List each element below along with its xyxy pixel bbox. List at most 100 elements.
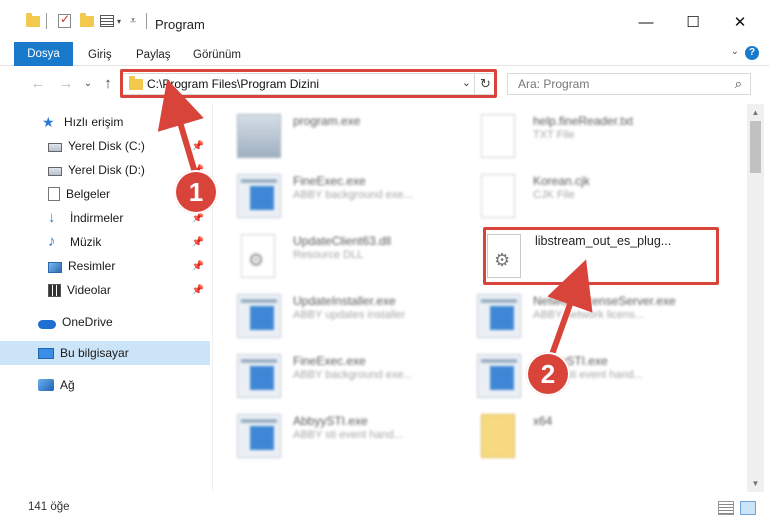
properties-icon[interactable] (100, 12, 114, 30)
file-item[interactable]: x64 (453, 406, 683, 462)
pin-icon[interactable]: 📌 (192, 285, 204, 296)
file-name: help.fineReader.txt (533, 114, 634, 128)
folder-icon (26, 12, 40, 30)
customize-chevron-icon[interactable]: ▾ (117, 12, 121, 30)
recent-locations-button[interactable]: ⌄ (78, 74, 98, 94)
title-bar: ▾ ⩡ Program — ☐ ✕ (0, 0, 769, 40)
properties-check-icon[interactable] (58, 12, 71, 30)
tab-home[interactable]: Giriş (88, 44, 112, 66)
scroll-up-icon[interactable]: ▲ (747, 104, 764, 121)
close-button[interactable]: ✕ (717, 8, 763, 36)
pictures-icon (48, 261, 62, 273)
network-icon (38, 379, 54, 391)
drive-icon (48, 167, 62, 176)
file-name: NetworkLicenseServer.exe (533, 294, 676, 308)
large-icons-view-icon[interactable] (740, 501, 756, 515)
file-item[interactable]: Korean.cjk CJK File (453, 166, 683, 222)
pin-icon[interactable]: 📌 (192, 213, 204, 224)
file-highlight-box (483, 227, 719, 285)
folder-icon (481, 414, 515, 458)
sidebar-item-videos[interactable]: Videolar 📌 (0, 278, 210, 302)
exe-icon (477, 354, 521, 398)
file-description: CJK File (533, 189, 575, 201)
documents-icon (48, 187, 60, 201)
file-item[interactable]: NetworkLicenseServer.exe ABBY network li… (453, 286, 683, 342)
separator (46, 12, 47, 30)
sidebar-item-music[interactable]: ♪ Müzik 📌 (0, 230, 210, 254)
music-icon: ♪ (48, 233, 56, 250)
item-count: 141 öğe (28, 501, 70, 513)
file-name: UpdateClient63.dll (293, 234, 392, 248)
document-icon (481, 114, 515, 158)
setup-icon (237, 114, 281, 158)
sidebar-item-label: Bu bilgisayar (60, 346, 129, 360)
file-item[interactable]: AbbyySTI.exe ABBY sti event hand... (213, 406, 443, 462)
sidebar-item-pictures[interactable]: Resimler 📌 (0, 254, 210, 278)
sidebar-item-onedrive[interactable]: OneDrive (0, 310, 210, 334)
sidebar-item-label: Resimler (68, 259, 116, 273)
up-button[interactable]: ↑ (98, 74, 118, 94)
sidebar-item-label: Müzik (70, 235, 102, 249)
download-icon: ↓ (48, 209, 56, 226)
file-name: x64 (533, 414, 553, 428)
star-icon: ★ (42, 114, 55, 130)
help-icon[interactable]: ? (745, 46, 759, 60)
search-input[interactable]: Ara: Program ⌕ (507, 73, 751, 95)
maximize-button[interactable]: ☐ (670, 8, 716, 36)
vertical-scrollbar[interactable]: ▲ ▼ (747, 104, 764, 492)
file-description: ABBY updates installer (293, 309, 406, 321)
document-icon (481, 174, 515, 218)
sidebar-item-label: Videolar (67, 283, 111, 297)
scroll-down-icon[interactable]: ▼ (747, 475, 764, 492)
pin-icon[interactable]: 📌 (192, 141, 204, 152)
ribbon: Dosya Giriş Paylaş Görünüm ⌄ ? (0, 40, 769, 66)
file-item[interactable]: FineExec.exe ABBY background exe... (213, 346, 443, 402)
sidebar-item-this-pc[interactable]: Bu bilgisayar (0, 341, 210, 365)
sidebar-item-label: OneDrive (62, 315, 113, 329)
new-folder-icon[interactable] (80, 12, 94, 30)
file-name: FineExec.exe (293, 174, 366, 188)
exe-icon (237, 294, 281, 338)
file-description: ABBY background exe... (293, 189, 413, 201)
sidebar-item-network[interactable]: Ağ (0, 373, 210, 397)
address-highlight-box (120, 69, 497, 98)
file-list: program.exe help.fineReader.txt TXT File… (213, 104, 747, 492)
sidebar-item-quick-access[interactable]: ★ Hızlı erişim (0, 110, 210, 134)
sidebar-item-downloads[interactable]: ↓ İndirmeler 📌 (0, 206, 210, 230)
details-view-icon[interactable] (718, 501, 734, 515)
file-item[interactable]: ⚙ UpdateClient63.dll Resource DLL (213, 226, 443, 282)
videos-icon (48, 283, 61, 297)
exe-icon (237, 354, 281, 398)
ribbon-expand-icon[interactable]: ⌄ (731, 46, 739, 57)
sidebar-item-label: İndirmeler (70, 211, 124, 225)
file-name: program.exe (293, 114, 361, 128)
sidebar-item-label: Yerel Disk (C:) (68, 139, 145, 153)
file-item[interactable]: FineExec.exe ABBY background exe... (213, 166, 443, 222)
tab-view[interactable]: Görünüm (193, 44, 241, 66)
tab-share[interactable]: Paylaş (136, 44, 171, 66)
search-icon[interactable]: ⌕ (735, 76, 742, 92)
computer-icon (38, 348, 54, 359)
exe-icon (237, 414, 281, 458)
sidebar-item-label: Yerel Disk (D:) (68, 163, 145, 177)
sidebar-item-local-disk-c[interactable]: Yerel Disk (C:) 📌 (0, 134, 210, 158)
cloud-icon (38, 319, 56, 329)
scroll-thumb[interactable] (750, 121, 761, 173)
pin-icon[interactable]: 📌 (192, 237, 204, 248)
file-description: Resource DLL (293, 249, 364, 261)
file-item[interactable]: UpdateInstaller.exe ABBY updates install… (213, 286, 443, 342)
file-item[interactable]: help.fineReader.txt TXT File (453, 106, 683, 162)
sidebar-item-label: Ağ (60, 378, 75, 392)
forward-button[interactable]: → (56, 74, 76, 94)
navigation-pane: ★ Hızlı erişim Yerel Disk (C:) 📌 Yerel D… (0, 104, 212, 492)
file-description: TXT File (533, 129, 575, 141)
pin-icon[interactable]: 📌 (192, 261, 204, 272)
file-name: FineExec.exe (293, 354, 366, 368)
quick-access-dropdown-icon[interactable]: ⩡ (130, 12, 136, 30)
file-item[interactable]: program.exe (213, 106, 443, 162)
back-button[interactable]: ← (28, 74, 48, 94)
file-description: ABBY sti event hand... (293, 429, 403, 441)
file-name: Korean.cjk (533, 174, 590, 188)
tab-file[interactable]: Dosya (14, 42, 73, 66)
minimize-button[interactable]: — (623, 8, 669, 36)
